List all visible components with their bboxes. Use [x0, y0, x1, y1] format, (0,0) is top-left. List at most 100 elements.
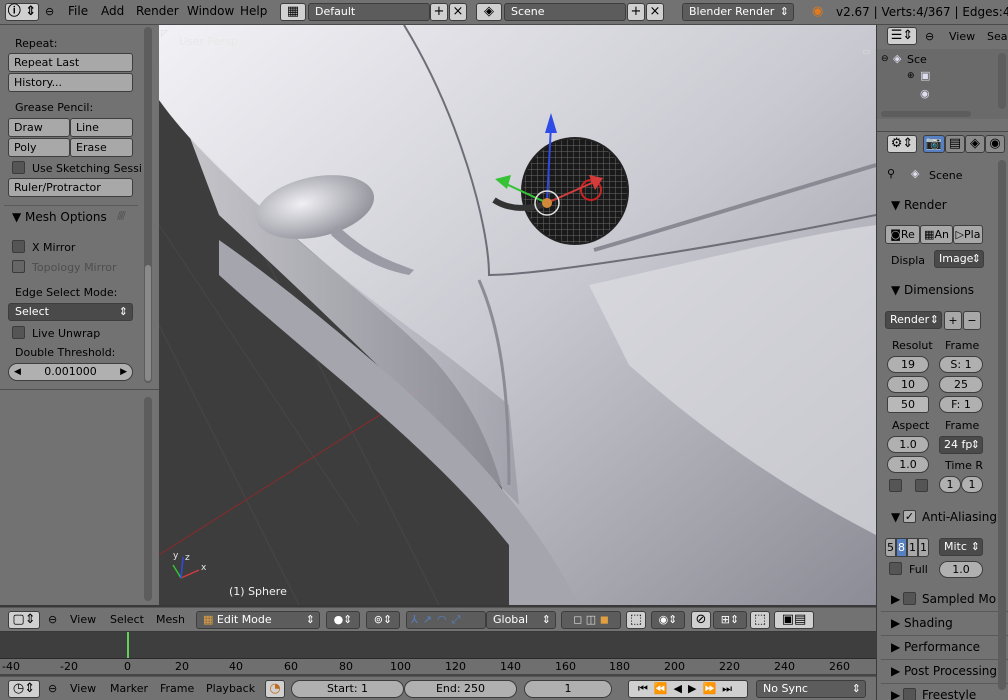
- render-preset-select[interactable]: Render ⇕: [885, 311, 942, 329]
- collapse-menu-icon[interactable]: ⊖: [48, 613, 57, 626]
- mesh-options-heading[interactable]: Mesh Options: [25, 210, 107, 224]
- border-checkbox[interactable]: [889, 479, 902, 492]
- frame-end-field[interactable]: 25: [939, 376, 983, 393]
- editor-type-button[interactable]: ▢⇕: [8, 611, 40, 629]
- area-split-icon[interactable]: ▭: [862, 47, 871, 57]
- manipulator-buttons[interactable]: ⅄↗◠⤢: [406, 611, 486, 629]
- start-frame-field[interactable]: Start: 1: [291, 680, 404, 698]
- snap-element-select[interactable]: ⊞⇕: [713, 611, 747, 629]
- shading-heading[interactable]: Shading: [904, 616, 953, 630]
- menu-add[interactable]: Add: [101, 4, 124, 18]
- menu-frame[interactable]: Frame: [160, 682, 194, 695]
- draw-button[interactable]: Draw: [8, 118, 70, 137]
- freestyle-checkbox[interactable]: [903, 688, 916, 700]
- screen-layout-icon[interactable]: ▦: [280, 3, 306, 21]
- remove-screen-icon[interactable]: ×: [449, 3, 467, 21]
- erase-button[interactable]: Erase: [70, 138, 133, 157]
- render-panel-heading[interactable]: Render: [904, 198, 947, 212]
- outliner-h-scrollbar[interactable]: [881, 111, 971, 117]
- drag-handle-icon[interactable]: ////: [117, 209, 126, 222]
- menu-select[interactable]: Select: [110, 613, 144, 626]
- scene-field[interactable]: Scene: [504, 3, 626, 21]
- tool-panel-scrollbar[interactable]: [145, 265, 151, 381]
- face-select-icon[interactable]: ◼: [600, 613, 609, 626]
- edge-select-icon[interactable]: ◫: [586, 613, 596, 626]
- aa-samples-11[interactable]: 1: [907, 538, 918, 557]
- scale-icon[interactable]: ⤢: [452, 613, 466, 626]
- aa-filter-select[interactable]: Mitc ⇕: [939, 538, 983, 556]
- operator-panel-scrollbar[interactable]: [144, 397, 152, 601]
- manipulator-toggle-icon[interactable]: ⅄: [411, 613, 423, 626]
- full-sample-checkbox[interactable]: [889, 562, 902, 575]
- mesh-options-collapse-icon[interactable]: ▼: [12, 210, 21, 224]
- collapse-menu-icon[interactable]: ⊖: [45, 5, 54, 18]
- post-processing-heading[interactable]: Post Processing: [904, 664, 997, 678]
- timeline-ruler[interactable]: -40 -20 0 20 40 60 80 100 120 140 160 18…: [0, 658, 876, 674]
- expand-icon[interactable]: ⊖: [881, 54, 889, 64]
- sampled-motion-heading[interactable]: Sampled Mo: [922, 592, 996, 606]
- use-sketching-checkbox[interactable]: [12, 161, 25, 174]
- playback-controls[interactable]: ⏮⏪◀▶⏩⏭: [628, 680, 748, 698]
- keyframe-icon[interactable]: ◔: [265, 680, 285, 698]
- 3d-viewport[interactable]: User Persp y z x (1) Sphere ◸ ▭: [159, 25, 876, 605]
- frame-rate-select[interactable]: 24 fp ⇕: [939, 436, 983, 454]
- add-preset-icon[interactable]: +: [944, 311, 962, 330]
- properties-editor-type-button[interactable]: ⚙⇕: [887, 135, 917, 153]
- poly-button[interactable]: Poly: [8, 138, 70, 157]
- remove-preset-icon[interactable]: −: [963, 311, 981, 330]
- resolution-y-field[interactable]: 10: [887, 376, 929, 393]
- corner-drag-icon[interactable]: ◸: [161, 29, 168, 39]
- translate-icon[interactable]: ↗: [423, 613, 437, 626]
- line-button[interactable]: Line: [70, 118, 133, 137]
- ruler-protractor-button[interactable]: Ruler/Protractor: [8, 178, 133, 197]
- expand-arrow-icon[interactable]: ▶: [891, 616, 900, 630]
- info-editor-type-button[interactable]: ⓘ ⇕: [5, 3, 39, 21]
- expand-arrow-icon[interactable]: ▶: [891, 640, 900, 654]
- resolution-percent-field[interactable]: 50: [887, 396, 929, 413]
- menu-view[interactable]: View: [70, 613, 96, 626]
- aa-samples-16[interactable]: 1: [918, 538, 929, 557]
- menu-window[interactable]: Window: [187, 4, 234, 18]
- dimensions-panel-collapse-icon[interactable]: ▼: [891, 283, 900, 297]
- add-screen-icon[interactable]: +: [430, 3, 448, 21]
- anti-aliasing-heading[interactable]: Anti-Aliasing: [922, 510, 997, 524]
- render-button[interactable]: ◙Re: [885, 225, 920, 244]
- remove-scene-icon[interactable]: ×: [646, 3, 664, 21]
- menu-help[interactable]: Help: [240, 4, 267, 18]
- world-tab-icon[interactable]: ◉: [985, 135, 1005, 153]
- outliner-menu-view[interactable]: View: [949, 30, 975, 43]
- menu-render[interactable]: Render: [136, 4, 179, 18]
- edge-select-mode-select[interactable]: Select ⇕: [8, 303, 133, 321]
- snap-toggle-icon[interactable]: ⊘: [691, 611, 711, 629]
- outliner-scene-item[interactable]: Sce: [907, 53, 927, 66]
- expand-arrow-icon[interactable]: ▶: [891, 688, 900, 700]
- topology-mirror-checkbox[interactable]: [12, 260, 25, 273]
- increment-arrow-icon[interactable]: ▶: [120, 364, 127, 380]
- pivot-point-select[interactable]: ⊚⇕: [366, 611, 400, 629]
- current-frame-marker[interactable]: [127, 632, 129, 658]
- aa-samples-5[interactable]: 5: [885, 538, 896, 557]
- render-panel-collapse-icon[interactable]: ▼: [891, 198, 900, 212]
- anti-aliasing-checkbox[interactable]: ✓: [903, 510, 916, 523]
- mode-select[interactable]: ▦ Edit Mode ⇕: [196, 611, 320, 629]
- history-button[interactable]: History...: [8, 73, 133, 92]
- decrement-arrow-icon[interactable]: ◀: [14, 364, 21, 380]
- menu-view[interactable]: View: [70, 682, 96, 695]
- add-scene-icon[interactable]: +: [627, 3, 645, 21]
- menu-playback[interactable]: Playback: [206, 682, 255, 695]
- screen-layout-field[interactable]: Default: [308, 3, 430, 21]
- double-threshold-field[interactable]: ◀ 0.001000 ▶: [8, 363, 133, 381]
- display-select[interactable]: Image ⇕: [934, 250, 984, 268]
- current-frame-field[interactable]: 1: [524, 680, 612, 698]
- render-preview-buttons[interactable]: ▣▤: [774, 611, 814, 629]
- time-old-field[interactable]: 1: [939, 476, 961, 493]
- aspect-x-field[interactable]: 1.0: [887, 436, 929, 453]
- rotate-icon[interactable]: ◠: [437, 613, 452, 626]
- expand-arrow-icon[interactable]: ▶: [891, 664, 900, 678]
- end-frame-field[interactable]: End: 250: [404, 680, 517, 698]
- animation-button[interactable]: ▦An: [920, 225, 953, 244]
- sync-mode-select[interactable]: No Sync ⇕: [756, 680, 866, 698]
- dimensions-panel-heading[interactable]: Dimensions: [904, 283, 974, 297]
- sampled-motion-checkbox[interactable]: [903, 592, 916, 605]
- outliner-tree[interactable]: ⊖ ◈ Sce ⊕ ▣ ◉: [877, 49, 1008, 119]
